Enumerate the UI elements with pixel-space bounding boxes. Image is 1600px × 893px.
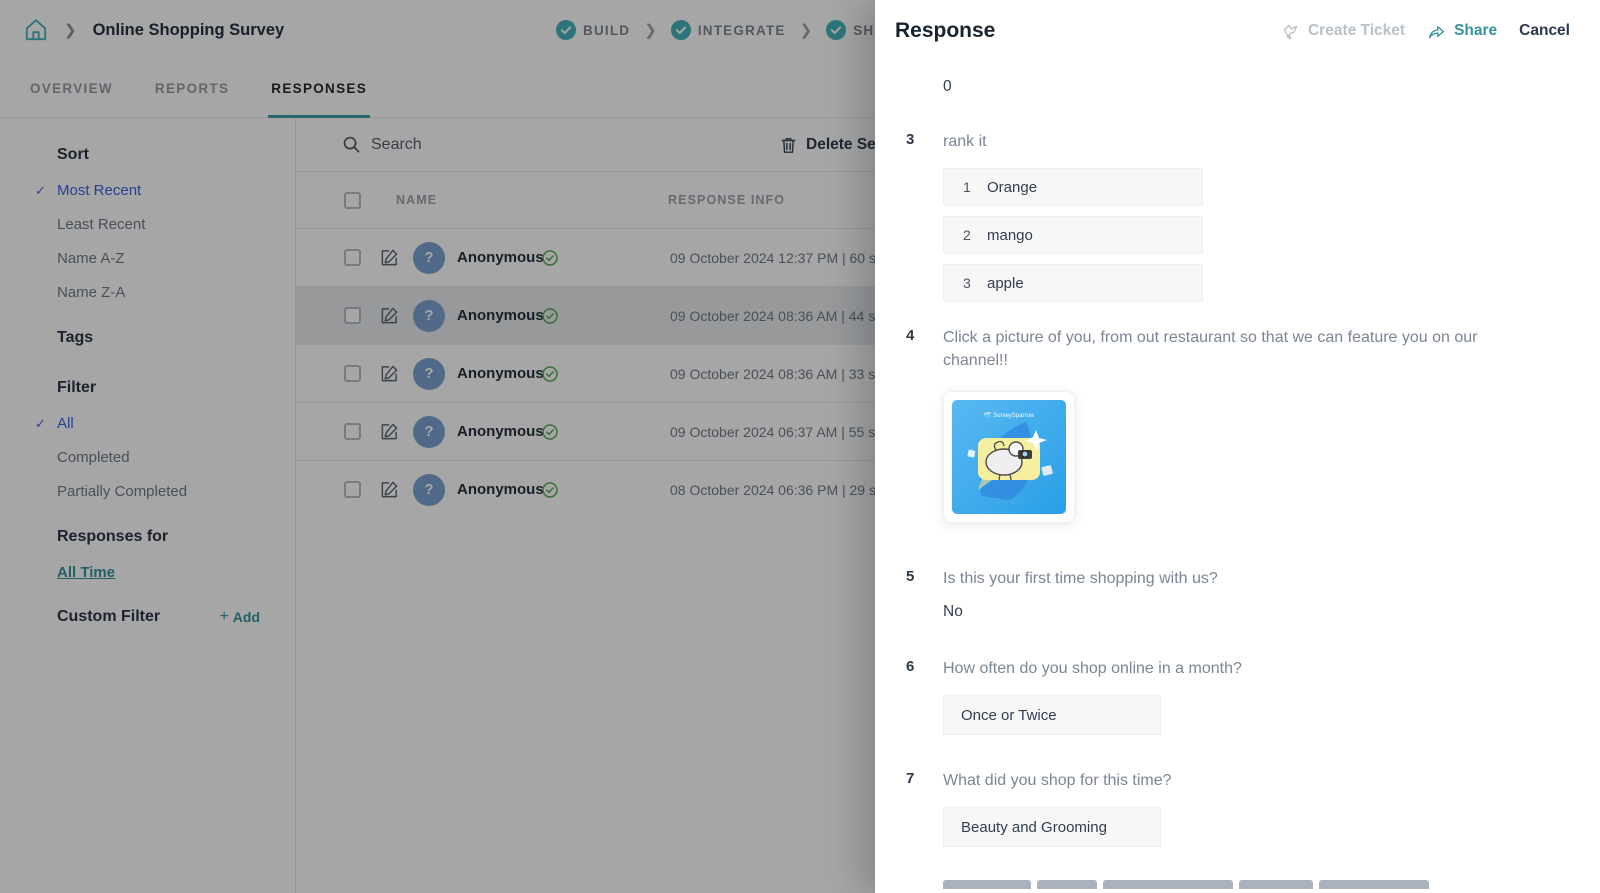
panel-title: Response (895, 19, 1281, 43)
question-number: 7 (906, 769, 943, 792)
rank-label: apple (987, 275, 1024, 292)
share-button[interactable]: Share (1427, 22, 1497, 41)
question-number: 4 (906, 326, 943, 372)
question-text: How often do you shop online in a month? (943, 657, 1242, 680)
svg-text:🕊 SurveySparrow: 🕊 SurveySparrow (983, 411, 1035, 419)
svg-text:· · · · · · · · · ·: · · · · · · · · · · (996, 500, 1022, 505)
question-3: 3 rank it (906, 130, 1560, 153)
rank-item: 2 mango (943, 216, 1203, 254)
question-number: 6 (906, 657, 943, 680)
rank-number: 1 (963, 179, 987, 195)
question-text: What did you shop for this time? (943, 769, 1172, 792)
clipped-next-question (943, 880, 1560, 889)
question-text: Click a picture of you, from out restaur… (943, 326, 1488, 372)
rank-label: Orange (987, 179, 1037, 196)
rank-number: 3 (963, 275, 987, 291)
question-5: 5 Is this your first time shopping with … (906, 567, 1560, 590)
share-icon (1427, 22, 1446, 41)
scrolled-answer: 0 (943, 78, 1560, 96)
question-7: 7 What did you shop for this time? (906, 769, 1560, 792)
response-answers: 0 3 rank it 1 Orange 2 mango 3 apple 4 C… (875, 62, 1600, 893)
question-4: 4 Click a picture of you, from out resta… (906, 326, 1560, 372)
response-image-thumbnail[interactable]: 🕊 SurveySparrow · · · · · · · · · · (943, 391, 1075, 523)
rank-label: mango (987, 227, 1033, 244)
rank-item: 3 apple (943, 264, 1203, 302)
create-ticket-icon (1281, 22, 1300, 41)
answer-choice: Once or Twice (943, 695, 1161, 735)
answer-choice: Beauty and Grooming (943, 807, 1161, 847)
uploaded-image: 🕊 SurveySparrow · · · · · · · · · · (952, 400, 1066, 514)
panel-header: Response Create Ticket Share Cancel (875, 0, 1600, 62)
rank-item: 1 Orange (943, 168, 1203, 206)
question-text: rank it (943, 130, 987, 153)
question-number: 3 (906, 130, 943, 153)
question-text: Is this your first time shopping with us… (943, 567, 1218, 590)
create-ticket-button[interactable]: Create Ticket (1281, 22, 1405, 41)
cancel-button[interactable]: Cancel (1519, 22, 1570, 40)
response-detail-panel: Response Create Ticket Share Cancel 0 3 … (875, 0, 1600, 893)
question-6: 6 How often do you shop online in a mont… (906, 657, 1560, 680)
rank-number: 2 (963, 227, 987, 243)
rank-answer-list: 1 Orange 2 mango 3 apple (943, 168, 1560, 302)
answer-text: No (943, 603, 1560, 621)
question-number: 5 (906, 567, 943, 590)
